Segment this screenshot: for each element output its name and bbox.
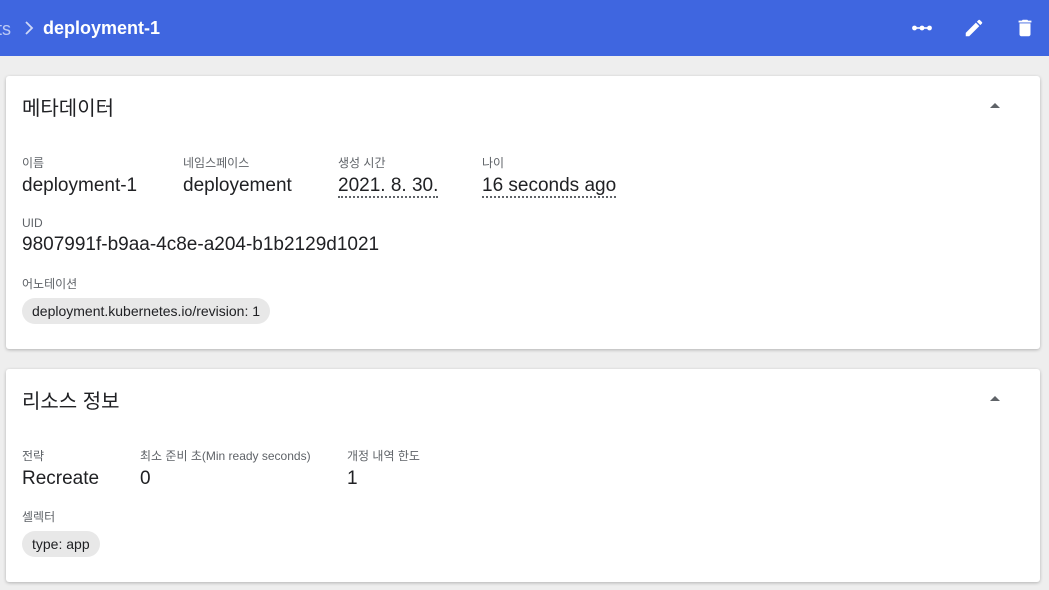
resource-info-card: 리소스 정보 전략 Recreate 최소 준비 초(Min ready sec… xyxy=(6,369,1040,582)
created-value-wrap: 2021. 8. 30. xyxy=(338,175,439,198)
pencil-icon xyxy=(965,19,983,37)
field-name: 이름 deployment-1 xyxy=(22,154,137,197)
age-value[interactable]: 16 seconds ago xyxy=(482,175,617,198)
namespace-value: deployement xyxy=(183,175,292,196)
uid-value: 9807991f-b9aa-4c8e-a204-b1b2129d1021 xyxy=(22,234,380,255)
min-ready-value: 0 xyxy=(140,468,151,489)
strategy-label: 전략 xyxy=(22,449,45,463)
field-min-ready: 최소 준비 초(Min ready seconds) 0 xyxy=(140,447,311,490)
metadata-card-title: 메타데이터 xyxy=(22,98,114,120)
breadcrumb-previous[interactable]: ts xyxy=(0,19,11,40)
resource-collapse-button[interactable] xyxy=(984,387,1006,409)
age-label: 나이 xyxy=(482,156,505,170)
field-age: 나이 16 seconds ago xyxy=(482,154,617,198)
trash-icon xyxy=(1018,19,1032,37)
name-value: deployment-1 xyxy=(22,175,138,196)
annotation-chip[interactable]: deployment.kubernetes.io/revision: 1 xyxy=(22,298,271,324)
metadata-collapse-button[interactable] xyxy=(984,94,1006,116)
chevron-right-icon xyxy=(25,21,34,35)
revision-limit-label: 개정 내역 한도 xyxy=(347,449,420,463)
more-button[interactable] xyxy=(908,14,936,42)
uid-label: UID xyxy=(22,216,43,230)
field-revision-limit: 개정 내역 한도 1 xyxy=(347,447,420,490)
min-ready-label: 최소 준비 초(Min ready seconds) xyxy=(140,449,311,463)
metadata-card: 메타데이터 이름 deployment-1 네임스페이스 deployement… xyxy=(6,76,1040,349)
field-created: 생성 시간 2021. 8. 30. xyxy=(338,154,439,198)
selector-chip[interactable]: type: app xyxy=(22,531,100,557)
edit-button[interactable] xyxy=(960,14,988,42)
arrow-up-icon xyxy=(990,103,1000,108)
delete-button[interactable] xyxy=(1011,14,1039,42)
more-horizontal-icon xyxy=(912,25,932,31)
age-value-wrap: 16 seconds ago xyxy=(482,175,617,198)
arrow-up-icon xyxy=(990,396,1000,401)
created-label: 생성 시간 xyxy=(338,156,386,170)
field-uid: UID 9807991f-b9aa-4c8e-a204-b1b2129d1021 xyxy=(22,216,379,256)
name-label: 이름 xyxy=(22,156,45,170)
breadcrumb-current: deployment-1 xyxy=(43,18,161,38)
top-toolbar: ts deployment-1 xyxy=(0,0,1049,56)
annotations-label: 어노테이션 xyxy=(22,277,78,291)
created-value[interactable]: 2021. 8. 30. xyxy=(338,175,439,198)
field-annotations: 어노테이션 deployment.kubernetes.io/revision:… xyxy=(22,275,271,324)
field-selector: 셀렉터 type: app xyxy=(22,508,100,557)
revision-limit-value: 1 xyxy=(347,468,358,489)
strategy-value: Recreate xyxy=(22,468,100,489)
field-namespace: 네임스페이스 deployement xyxy=(183,154,292,197)
namespace-label: 네임스페이스 xyxy=(183,156,250,170)
resource-card-title: 리소스 정보 xyxy=(22,391,120,413)
field-strategy: 전략 Recreate xyxy=(22,447,99,490)
selector-label: 셀렉터 xyxy=(22,510,56,524)
